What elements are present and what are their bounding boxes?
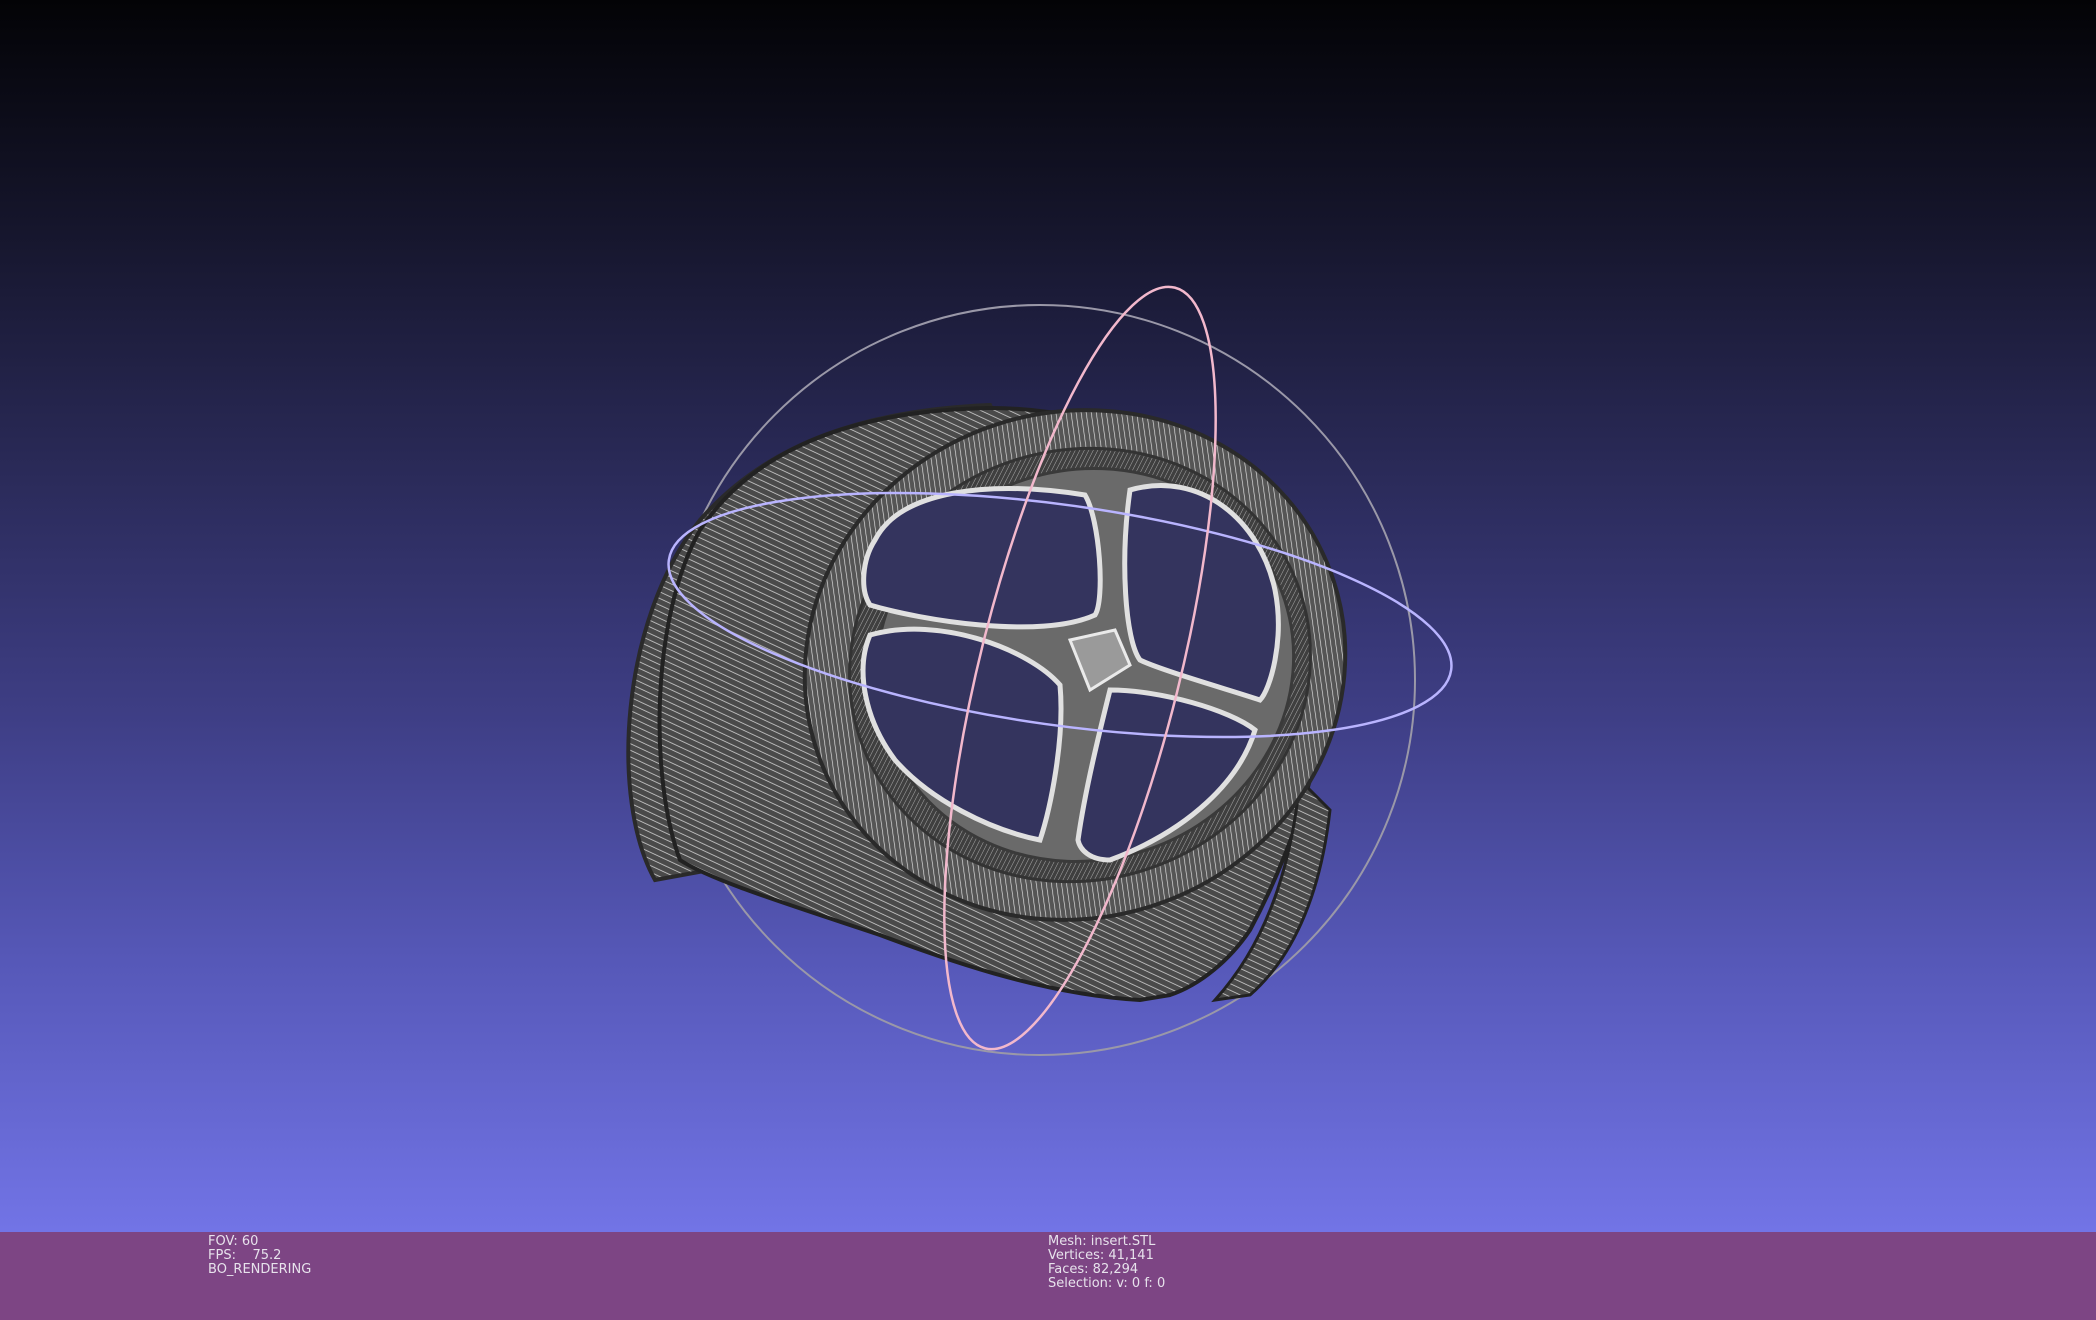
fps-label: FPS: 75.2 — [208, 1248, 282, 1263]
render-info: FOV: 60 FPS: 75.2 BO_RENDERING — [208, 1235, 311, 1277]
mesh-name-label: Mesh: insert.STL — [1048, 1234, 1156, 1249]
mesh-info: Mesh: insert.STL Vertices: 41,141 Faces:… — [1048, 1235, 1165, 1291]
status-bar: FOV: 60 FPS: 75.2 BO_RENDERING Mesh: ins… — [0, 1232, 2096, 1320]
3d-viewport[interactable] — [0, 0, 2096, 1232]
selection-label: Selection: v: 0 f: 0 — [1048, 1276, 1166, 1291]
fov-label: FOV: 60 — [208, 1234, 259, 1249]
mesh-model — [626, 402, 1348, 1003]
mesh-scene[interactable] — [0, 0, 2096, 1232]
render-mode-label: BO_RENDERING — [208, 1262, 312, 1277]
faces-label: Faces: 82,294 — [1048, 1262, 1139, 1277]
vertices-label: Vertices: 41,141 — [1048, 1248, 1154, 1263]
